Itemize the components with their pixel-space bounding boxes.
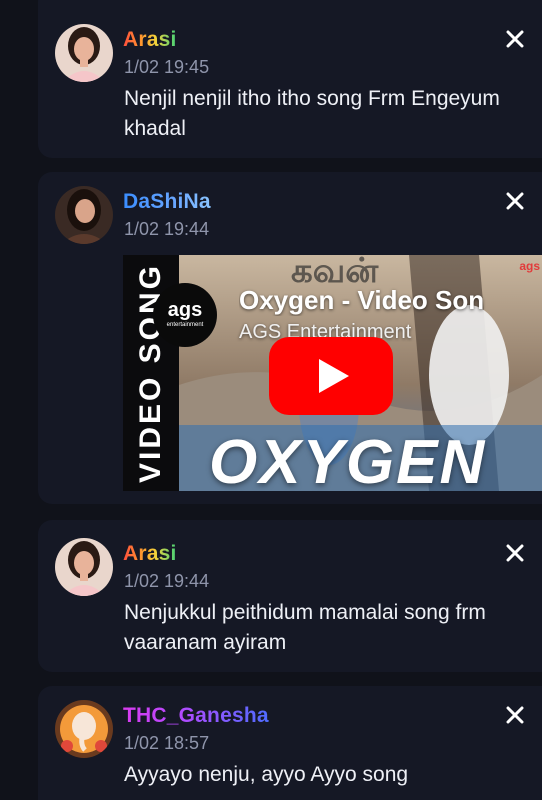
username[interactable]: Arasi <box>123 542 177 566</box>
username[interactable]: THC_Ganesha <box>123 704 269 728</box>
chat-message: THC_Ganesha 1/02 18:57 Ayyayo nenju, ayy… <box>38 686 542 800</box>
avatar[interactable] <box>55 700 113 758</box>
message-text: Nenjukkul peithidum mamalai song frm vaa… <box>124 601 486 654</box>
chat-message: Arasi 1/02 19:45 Nenjil nenjil itho itho… <box>38 0 542 158</box>
play-icon[interactable] <box>269 337 393 415</box>
message-text: Ayyayo nenju, ayyo Ayyo song <box>124 763 409 786</box>
video-overlay-title: OXYGEN <box>209 428 487 491</box>
chat-message: DaShiNa 1/02 19:44 கவன் ags VIDEO SONG a… <box>38 172 542 504</box>
chat-feed: Arasi 1/02 19:45 Nenjil nenjil itho itho… <box>0 0 542 800</box>
corner-logo: ags <box>519 259 540 273</box>
message-text: Nenjil nenjil itho itho song Frm Engeyum… <box>124 87 500 140</box>
username[interactable]: DaShiNa <box>123 190 211 214</box>
close-icon[interactable] <box>504 704 526 726</box>
timestamp: 1/02 19:44 <box>124 571 210 591</box>
close-icon[interactable] <box>504 190 526 212</box>
timestamp: 1/02 19:44 <box>124 219 210 239</box>
timestamp: 1/02 18:57 <box>124 733 210 753</box>
avatar[interactable] <box>55 24 113 82</box>
video-title[interactable]: Oxygen - Video Son <box>239 285 542 316</box>
video-embed[interactable]: கவன் ags VIDEO SONG ags entertainment Ox… <box>123 255 542 491</box>
channel-logo-text: ags <box>167 299 203 321</box>
close-icon[interactable] <box>504 542 526 564</box>
timestamp: 1/02 19:45 <box>124 57 210 77</box>
username[interactable]: Arasi <box>123 28 177 52</box>
chat-message: Arasi 1/02 19:44 Nenjukkul peithidum mam… <box>38 520 542 672</box>
close-icon[interactable] <box>504 28 526 50</box>
channel-logo[interactable]: ags entertainment <box>153 283 217 347</box>
avatar[interactable] <box>55 538 113 596</box>
avatar[interactable] <box>55 186 113 244</box>
channel-logo-subtext: entertainment <box>166 322 204 328</box>
